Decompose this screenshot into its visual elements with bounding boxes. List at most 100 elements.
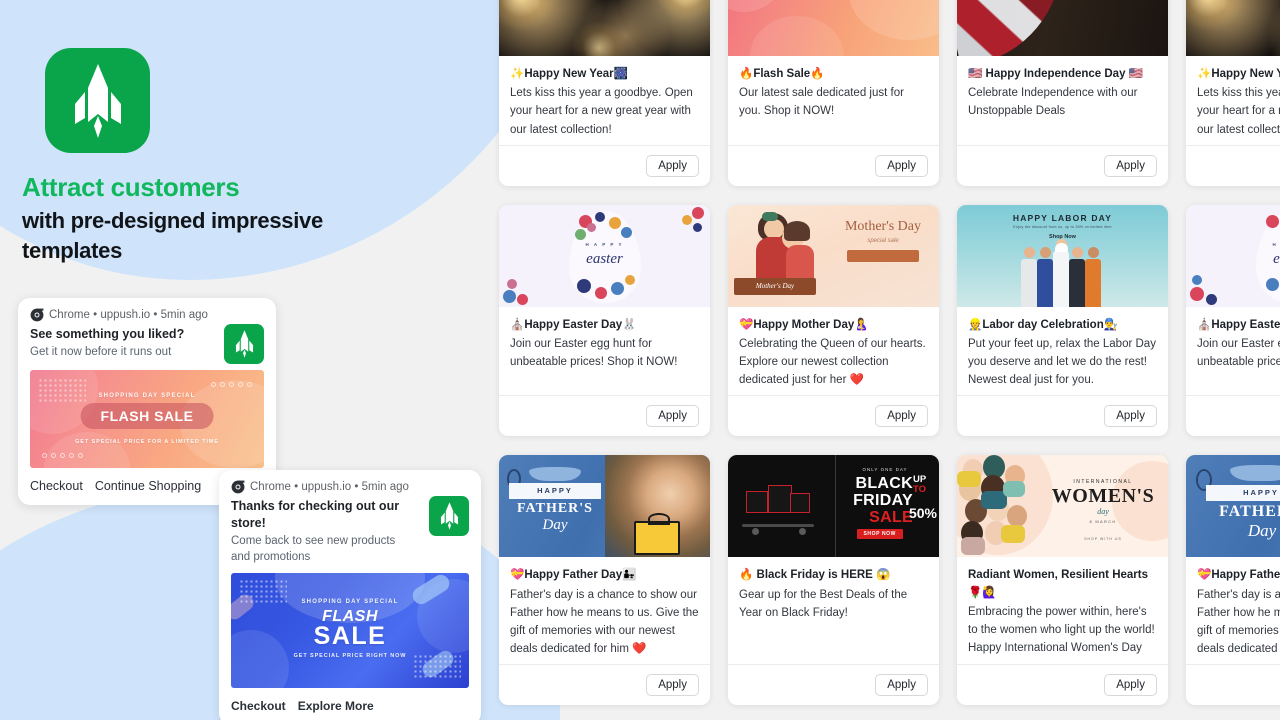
notification-source-text: Chrome • uppush.io • 5min ago [49,309,208,321]
father-happy-text: HAPPY [1243,488,1279,498]
blackfriday-sale-text: SALE [869,509,913,527]
notification-header: Chrome • uppush.io • 5min ago Thanks for… [219,470,481,566]
notification-banner-image: SHOPPING DAY SPECIAL FLASH SALE GET SPEC… [30,369,264,468]
template-body: 🔥Flash Sale🔥 Our latest sale dedicated j… [728,56,939,145]
template-footer: Apply [499,144,710,186]
template-description: Lets kiss this year a goodbye. Open your… [1197,87,1280,136]
apply-button[interactable]: Apply [646,674,699,697]
template-thumbnail-labor: HAPPY LABOR DAY Enjoy the discount from … [957,204,1168,307]
chrome-icon [231,480,245,494]
hero-title-line1: with pre-designed impressive [22,207,323,233]
template-card[interactable]: GET SPECIAL PRICE FOR A LIMITED TIME 🔥Fl… [728,0,939,186]
template-card[interactable]: H A P P Y easter ⛪Happy Easter Day🐰 Join… [499,204,710,437]
apply-button[interactable]: Apply [1104,154,1157,177]
hero-title-line2: templates [22,238,123,264]
template-card[interactable]: INDEPENDENCE DAY UNITED STATES OF AMERIC… [957,0,1168,186]
apply-button[interactable]: Apply [875,405,928,428]
mother-banner-cta [847,249,919,262]
template-thumbnail-father: HAPPY FATHER'S Day [499,455,710,558]
notification-actions: Checkout Explore More [219,688,481,720]
notification-action-checkout[interactable]: Checkout [30,479,83,493]
template-card[interactable]: H A P P Y easter ⛪Happy Easter Day🐰 Join… [1186,204,1280,437]
notification-card-2[interactable]: Chrome • uppush.io • 5min ago Thanks for… [219,470,481,720]
template-card[interactable]: Mother's Day special sale Mother's Day 💝… [728,204,939,437]
template-thumbnail-blackfriday: ONLY ONE DAY BLACK FRIDAY SALE UP TO 50%… [728,455,939,558]
apply-button[interactable]: Apply [875,674,928,697]
women-date-text: 8 MARCH [1089,519,1117,525]
father-fathers-text: FATHER'S [517,501,593,517]
template-card[interactable]: HAPPY LABOR DAY Enjoy the discount from … [957,204,1168,437]
template-card[interactable]: VISIT OUR WEBSITE ✨Happy New Year🎆 Lets … [499,0,710,186]
template-body: 💝Happy Father Day👨‍👧 Father's day is a c… [1186,557,1280,664]
template-title: 💝Happy Father Day👨‍👧 [510,569,637,582]
notification-action-checkout[interactable]: Checkout [231,699,286,713]
notification-action-continue-shopping[interactable]: Continue Shopping [95,479,201,493]
template-description: Lets kiss this year a goodbye. Open your… [510,87,693,136]
rocket-logo [45,48,150,153]
template-description: Embracing the power within, here's to th… [968,605,1155,655]
template-footer: Apply [499,395,710,436]
flag-graphic [957,0,1075,56]
apply-button[interactable]: Apply [1104,674,1157,697]
father-day-text: Day [1247,521,1277,541]
women-day-text: day [1097,507,1109,517]
template-description: Celebrate Independence with our Unstoppa… [968,87,1138,118]
apply-button[interactable]: Apply [646,154,699,177]
rocket-icon [440,502,459,530]
template-card[interactable]: HAPPY FATHER'S Day 💝Happy Father Day👨‍👧 … [499,455,710,706]
notification-header: Chrome • uppush.io • 5min ago See someth… [18,298,276,364]
template-title: ⛪Happy Easter Day🐰 [1197,318,1280,331]
template-title: ✨Happy New Year🎆 [1197,68,1280,80]
notification-action-explore-more[interactable]: Explore More [298,699,374,713]
labor-banner-sub: Enjoy the discount from us, up to 30% on… [1013,224,1112,229]
template-title: Radiant Women, Resilient Hearts 🌹🙋‍♀️ [968,569,1148,599]
template-thumbnail-mother: Mother's Day special sale Mother's Day [728,204,939,307]
apply-button[interactable]: Apply [875,154,928,177]
moustache-icon [529,467,581,482]
template-thumbnail-father: HAPPY FATHER'S Day [1186,455,1280,558]
template-thumbnail-easter: H A P P Y easter [1186,204,1280,307]
notification-app-badge [224,324,264,364]
father-happy-text: HAPPY [537,486,573,496]
template-body: ✨Happy New Year🎆 Lets kiss this year a g… [1186,56,1280,145]
blackfriday-percent-text: 50% [908,505,937,522]
template-description: Our latest sale dedicated just for you. … [739,87,904,118]
mother-banner-sub: special sale [867,237,899,244]
template-footer: Apply [728,144,939,186]
template-title: 👷Labor day Celebration👨‍🔧 [968,318,1119,331]
notification-source: Chrome • uppush.io • 5min ago [30,308,264,322]
template-thumbnail-women: INTERNATIONAL WOMEN'S day 8 MARCH SHOP W… [957,455,1168,558]
moustache-icon [1230,465,1280,482]
template-card[interactable]: VISIT OUR WEBSITE ✨Happy New Year🎆 Lets … [1186,0,1280,186]
blackfriday-upto-text: UP TO [913,475,935,495]
easter-egg-graphic: H A P P Y easter [1255,210,1280,303]
template-thumbnail-newyear: VISIT OUR WEBSITE [499,0,710,56]
apply-button[interactable]: Apply [1104,405,1157,428]
template-title: ⛪Happy Easter Day🐰 [510,318,637,331]
banner-footer: GET SPECIAL PRICE FOR A LIMITED TIME [75,438,219,445]
template-title: 🇺🇸 Happy Independence Day 🇺🇸 [968,68,1143,80]
template-description: Put your feet up, relax the Labor Day yo… [968,337,1156,387]
chrome-icon [30,308,44,322]
mother-banner-title: Mother's Day [844,218,921,234]
father-banner: HAPPY [1206,485,1280,502]
template-card[interactable]: ONLY ONE DAY BLACK FRIDAY SALE UP TO 50%… [728,455,939,706]
template-footer: Apply [1186,144,1280,186]
template-card[interactable]: INTERNATIONAL WOMEN'S day 8 MARCH SHOP W… [957,455,1168,706]
template-description: Join our Easter egg hunt for unbeatable … [510,337,678,369]
apply-button[interactable]: Apply [646,405,699,428]
labor-banner-title: HAPPY LABOR DAY [1012,212,1113,223]
template-thumbnail-flashsale: GET SPECIAL PRICE FOR A LIMITED TIME [728,0,939,56]
template-title: 💝Happy Father Day👨‍👧 [1197,569,1280,582]
easter-happy-text: H A P P Y [585,241,624,247]
template-thumbnail-independence: INDEPENDENCE DAY UNITED STATES OF AMERIC… [957,0,1168,56]
easter-word-text: easter [1273,250,1280,267]
template-card[interactable]: HAPPY FATHER'S Day 💝Happy Father Day👨‍👧 … [1186,455,1280,706]
template-body: 💝Happy Father Day👨‍👧 Father's day is a c… [499,557,710,664]
template-footer: Apply [1186,664,1280,705]
women-shop-text: SHOP WITH US [1084,537,1122,542]
template-description: Gear up for the Best Deals of the Year o… [739,588,908,619]
blackfriday-friday-text: FRIDAY [853,492,913,510]
easter-word-text: easter [586,250,623,267]
template-body: 🇺🇸 Happy Independence Day 🇺🇸 Celebrate I… [957,56,1168,145]
